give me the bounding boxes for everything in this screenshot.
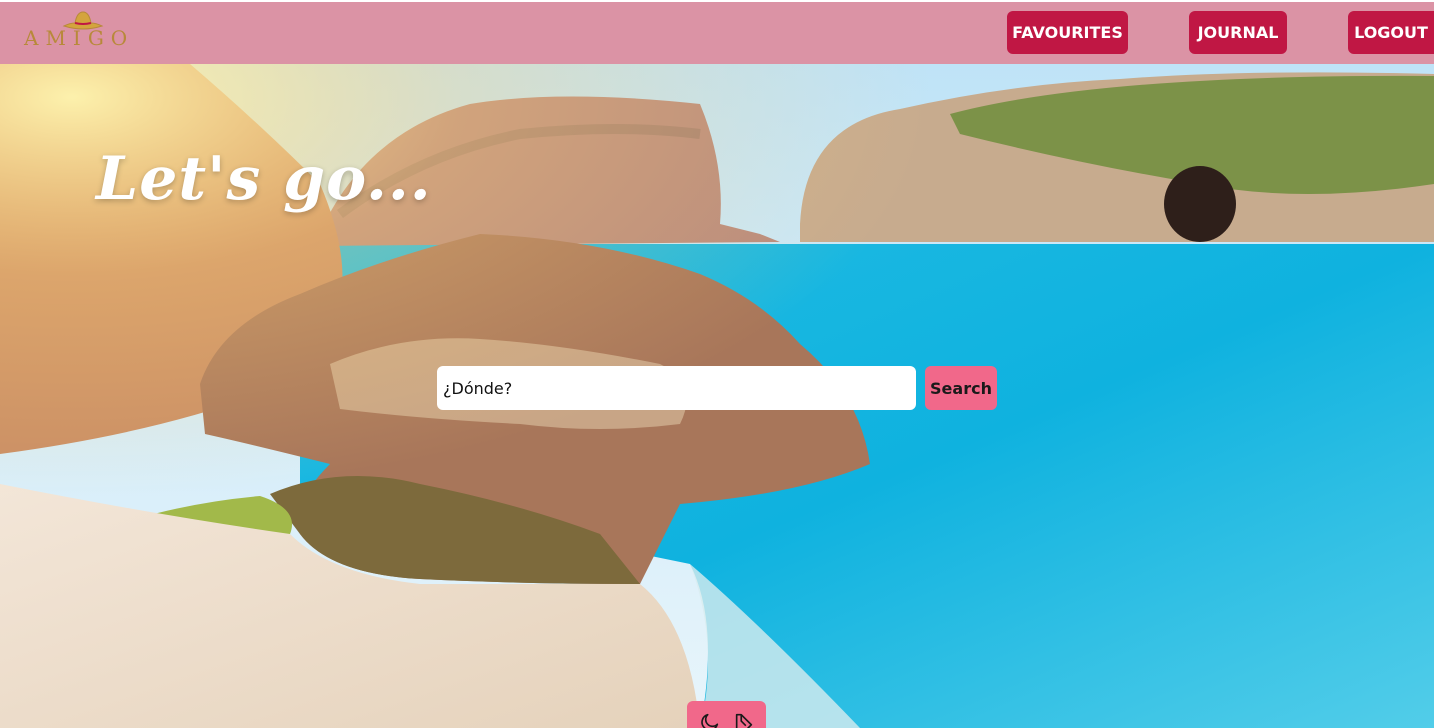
edit-icon[interactable] [733, 711, 755, 728]
search-button[interactable]: Search [925, 366, 997, 410]
hero-headline: Let's go... [96, 144, 432, 214]
logo-text: AMIGO [24, 26, 135, 50]
hero-section: Let's go... Search [0, 64, 1434, 728]
journal-button[interactable]: JOURNAL [1189, 11, 1287, 54]
destination-search-input[interactable] [437, 366, 916, 410]
theme-toggle [687, 701, 766, 728]
search-bar: Search [437, 366, 997, 410]
favourites-button[interactable]: FAVOURITES [1007, 11, 1128, 54]
amigo-logo[interactable]: AMIGO [22, 10, 148, 54]
moon-icon[interactable] [699, 711, 721, 728]
top-navbar: AMIGO FAVOURITES JOURNAL LOGOUT [0, 2, 1434, 64]
logout-button[interactable]: LOGOUT [1348, 11, 1434, 54]
